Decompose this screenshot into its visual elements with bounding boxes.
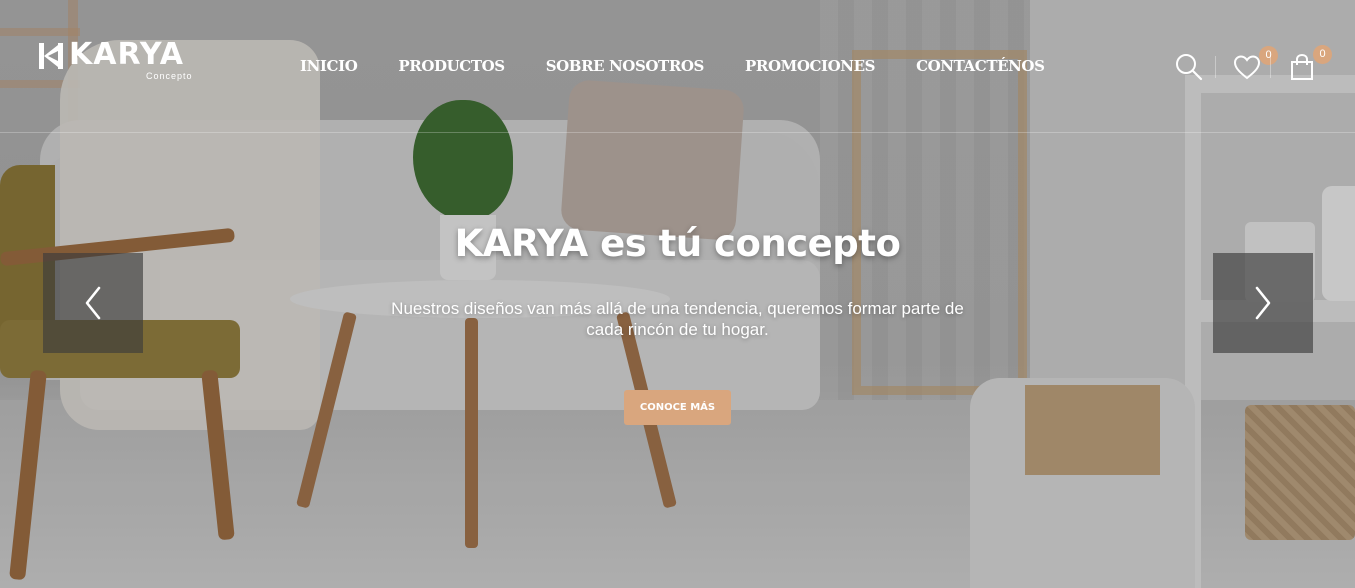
chevron-left-icon xyxy=(85,286,101,320)
chevron-right-icon xyxy=(1255,286,1271,320)
header-icons: 0 0 xyxy=(1155,45,1355,88)
logo-mark-icon xyxy=(39,43,63,69)
conoce-mas-button[interactable]: CONOCE MÁS xyxy=(624,390,731,425)
logo-subtext: Concepto xyxy=(146,71,193,81)
nav-item-sobre-nosotros[interactable]: SOBRE NOSOTROS xyxy=(546,56,705,76)
nav-item-contactenos[interactable]: CONTACTÉNOS xyxy=(916,56,1045,76)
slider-next-button[interactable] xyxy=(1213,253,1313,353)
header-separator xyxy=(1215,56,1216,78)
header-separator xyxy=(1270,56,1271,78)
hero-description: Nuestros diseños van más allá de una ten… xyxy=(391,299,964,339)
heart-icon[interactable] xyxy=(1232,52,1262,82)
slider-prev-button[interactable] xyxy=(43,253,143,353)
cart-count-badge: 0 xyxy=(1313,45,1332,64)
logo-text: KARYA xyxy=(69,37,184,72)
nav-item-inicio[interactable]: INICIO xyxy=(300,56,358,76)
search-icon[interactable] xyxy=(1174,52,1204,82)
main-nav: INICIO PRODUCTOS SOBRE NOSOTROS PROMOCIO… xyxy=(300,56,1086,76)
site-header: KARYA Concepto INICIO PRODUCTOS SOBRE NO… xyxy=(0,0,1355,133)
logo[interactable]: KARYA Concepto xyxy=(39,37,199,85)
nav-item-promociones[interactable]: PROMOCIONES xyxy=(745,56,875,76)
hero-title: KARYA es tú concepto xyxy=(454,222,901,265)
wishlist-count-badge: 0 xyxy=(1259,46,1278,65)
nav-item-productos[interactable]: PRODUCTOS xyxy=(398,56,505,76)
